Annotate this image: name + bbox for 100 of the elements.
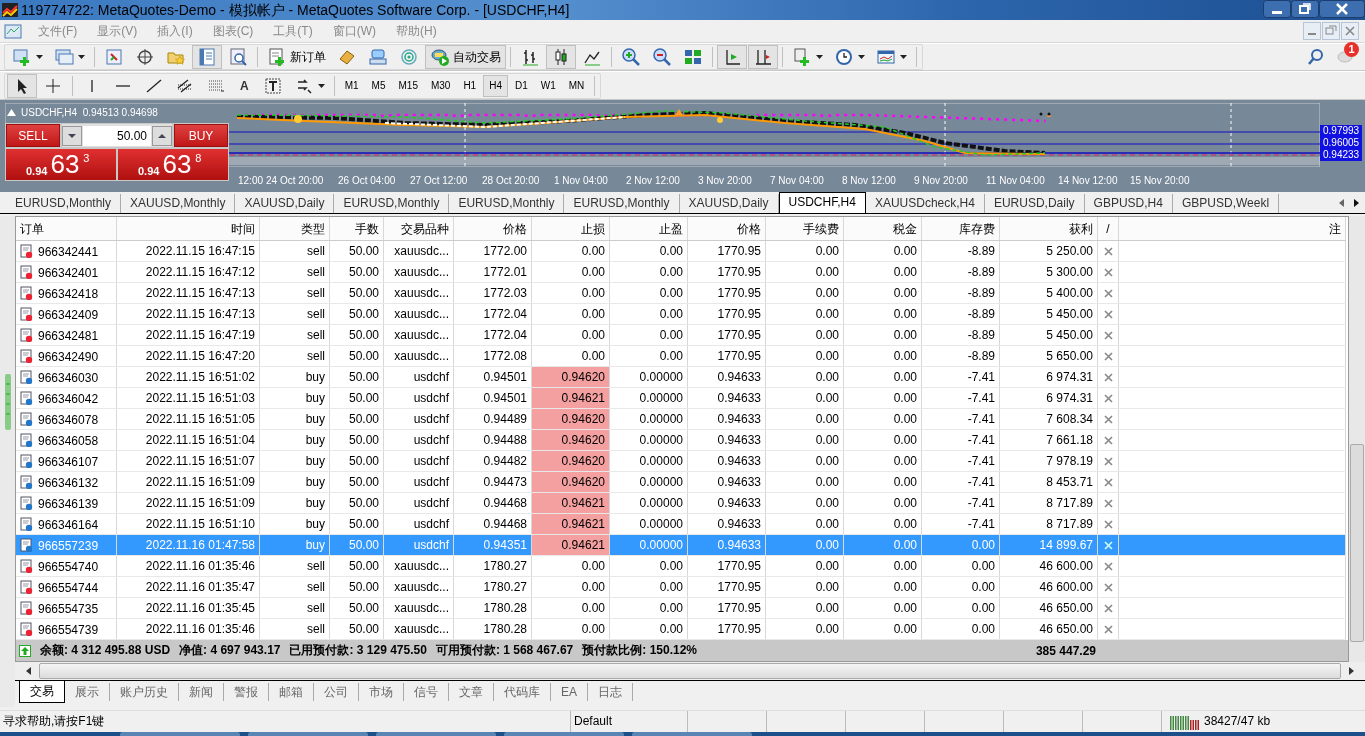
decrease-lot-icon[interactable]	[62, 125, 82, 146]
close-order-icon[interactable]	[1103, 519, 1113, 529]
timeframe-button[interactable]: H4	[483, 74, 508, 97]
close-order-icon[interactable]	[1103, 393, 1113, 403]
terminal-tab[interactable]: 代码库	[494, 683, 551, 701]
close-order-icon[interactable]	[1103, 498, 1113, 508]
terminal-tab[interactable]: 新闻	[179, 683, 224, 701]
column-header[interactable]: 价格	[687, 217, 766, 241]
order-row[interactable]: 966346132 2022.11.15 16:51:09 buy 50.00 usdchf 0.94473 0.94620 0.00000 0.94633 0.00 0.00 -7.41 8 453.71	[16, 471, 1346, 493]
chart-tab[interactable]: EURUSD,Monthly	[334, 194, 450, 213]
chart-tab[interactable]: EURUSD,Monthly	[449, 194, 565, 213]
order-row[interactable]: 966342409 2022.11.15 16:47:13 sell 50.00 xauusdc... 1772.04 0.00 0.00 1770.95 0.00 0.00 -8.89 5 450.00	[16, 303, 1346, 325]
close-order-icon[interactable]	[1103, 582, 1113, 592]
terminal-tab[interactable]: 市场	[359, 683, 404, 701]
close-order-icon[interactable]	[1103, 288, 1113, 298]
restore-icon[interactable]	[1291, 0, 1319, 18]
close-order-icon[interactable]	[1103, 372, 1113, 382]
close-order-icon[interactable]	[1103, 477, 1113, 487]
order-row[interactable]: 966346164 2022.11.15 16:51:10 buy 50.00 usdchf 0.94468 0.94621 0.00000 0.94633 0.00 0.00 -7.41 8 717.89	[16, 513, 1346, 535]
server-icon[interactable]	[368, 47, 388, 67]
minimize-icon[interactable]	[1263, 0, 1291, 18]
close-icon[interactable]	[1319, 0, 1365, 18]
close-order-icon[interactable]	[1103, 456, 1113, 466]
close-order-icon[interactable]	[1103, 435, 1113, 445]
order-row[interactable]: 966554735 2022.11.16 01:35:45 sell 50.00 xauusdc... 1780.28 0.00 0.00 1770.95 0.00 0.00 0.00 46 650.00	[16, 597, 1346, 619]
scroll-left-icon[interactable]	[1337, 198, 1347, 208]
terminal-tab[interactable]: 文章	[449, 683, 494, 701]
column-header[interactable]: 税金	[843, 217, 922, 241]
order-row[interactable]: 966342418 2022.11.15 16:47:13 sell 50.00 xauusdc... 1772.03 0.00 0.00 1770.95 0.00 0.00 -8.89 5 400.00	[16, 282, 1346, 304]
dropdown-caret-icon[interactable]	[317, 83, 325, 88]
order-row[interactable]: 966557239 2022.11.16 01:47:58 buy 50.00 usdchf 0.94351 0.94621 0.00000 0.94633 0.00 0.00 0.00 14 899.67	[16, 534, 1346, 556]
scrollbar-thumb[interactable]	[39, 663, 1341, 679]
terminal-tab[interactable]: 警报	[224, 683, 269, 701]
order-row[interactable]: 966346078 2022.11.15 16:51:05 buy 50.00 usdchf 0.94489 0.94620 0.00000 0.94633 0.00 0.00 -7.41 7 608.34	[16, 408, 1346, 430]
order-row[interactable]: 966346107 2022.11.15 16:51:07 buy 50.00 usdchf 0.94482 0.94620 0.00000 0.94633 0.00 0.00 -7.41 7 978.19	[16, 450, 1346, 472]
terminal-tab[interactable]: EA	[551, 683, 588, 701]
scroll-right-icon[interactable]	[1351, 198, 1361, 208]
template-icon[interactable]	[876, 47, 896, 67]
column-header[interactable]: 时间	[116, 217, 260, 241]
timeframe-button[interactable]: MN	[562, 74, 591, 97]
terminal-tab[interactable]: 公司	[314, 683, 359, 701]
order-row[interactable]: 966342441 2022.11.15 16:47:15 sell 50.00 xauusdc... 1772.00 0.00 0.00 1770.95 0.00 0.00 -8.89 5 250.00	[16, 240, 1346, 262]
buy-button[interactable]: BUY	[174, 124, 228, 147]
timeframe-button[interactable]: M30	[424, 74, 457, 97]
new-order-button[interactable]: 新订单	[262, 45, 331, 69]
close-order-icon[interactable]	[1103, 267, 1113, 277]
close-order-icon[interactable]	[1103, 309, 1113, 319]
dropdown-caret-icon[interactable]	[78, 55, 85, 59]
bar-chart-icon[interactable]	[520, 47, 540, 67]
column-header[interactable]: 获利	[999, 217, 1098, 241]
terminal-tab[interactable]: 信号	[404, 683, 449, 701]
close-order-icon[interactable]	[1103, 414, 1113, 424]
chart-tab[interactable]: EURUSD,Daily	[984, 194, 1085, 213]
timeframe-button[interactable]: M15	[392, 74, 424, 97]
signal-icon[interactable]	[399, 47, 419, 67]
dropdown-caret-icon[interactable]	[36, 55, 43, 59]
column-header[interactable]: 库存费	[921, 217, 1000, 241]
timeframe-button[interactable]: W1	[534, 74, 562, 97]
crosshair-target-icon[interactable]	[135, 47, 155, 67]
chart-shift-icon[interactable]	[753, 47, 773, 67]
dropdown-caret-icon[interactable]	[900, 55, 907, 59]
sell-button[interactable]: SELL	[6, 124, 60, 147]
terminal-tab[interactable]: 邮箱	[269, 683, 314, 701]
column-header[interactable]: 订单	[16, 217, 117, 241]
terminal-tab[interactable]: 日志	[588, 683, 633, 701]
chart-tab[interactable]: EURUSD,Monthly	[6, 194, 122, 213]
column-header[interactable]: 手数	[329, 217, 384, 241]
order-row[interactable]: 966346139 2022.11.15 16:51:09 buy 50.00 usdchf 0.94468 0.94621 0.00000 0.94633 0.00 0.00 -7.41 8 717.89	[16, 492, 1346, 514]
zoom-out-icon[interactable]	[652, 47, 672, 67]
vertical-scrollbar[interactable]	[1349, 216, 1365, 662]
dropdown-caret-icon[interactable]	[816, 55, 823, 59]
timeframe-button[interactable]: D1	[509, 74, 534, 97]
terminal-tab[interactable]: 交易	[19, 681, 65, 703]
timeframe-button[interactable]: H1	[457, 74, 483, 97]
horizontal-scrollbar[interactable]	[15, 662, 1365, 681]
order-row[interactable]: 966346058 2022.11.15 16:51:04 buy 50.00 usdchf 0.94488 0.94620 0.00000 0.94633 0.00 0.00 -7.41 7 661.18	[16, 429, 1346, 451]
order-row[interactable]: 966346042 2022.11.15 16:51:03 buy 50.00 usdchf 0.94501 0.94621 0.00000 0.94633 0.00 0.00 -7.41 6 974.31	[16, 387, 1346, 409]
chart-tab[interactable]: GBPUSD,Weekl	[1172, 194, 1280, 213]
close-order-icon[interactable]	[1103, 624, 1113, 634]
scroll-right-icon[interactable]	[1347, 667, 1355, 675]
tile-windows-icon[interactable]	[683, 47, 703, 67]
dropdown-caret-icon[interactable]	[858, 55, 865, 59]
search-icon[interactable]	[1307, 48, 1325, 66]
order-row[interactable]: 966554744 2022.11.16 01:35:47 sell 50.00 xauusdc... 1780.27 0.00 0.00 1770.95 0.00 0.00 0.00 46 600.00	[16, 576, 1346, 598]
terminal-tab[interactable]: 展示	[65, 683, 110, 701]
zoom-in-icon[interactable]	[621, 47, 641, 67]
column-header[interactable]: 注	[1118, 217, 1346, 241]
chart-tab[interactable]: GBPUSD,H4	[1084, 194, 1173, 213]
column-header[interactable]: 交易品种	[383, 217, 454, 241]
chart-tab[interactable]: XAUUSD,Daily	[679, 194, 779, 213]
column-header[interactable]: 价格	[453, 217, 532, 241]
scrollbar-thumb[interactable]	[1350, 444, 1364, 642]
order-row[interactable]: 966342481 2022.11.15 16:47:19 sell 50.00 xauusdc... 1772.04 0.00 0.00 1770.95 0.00 0.00 -8.89 5 450.00	[16, 324, 1346, 346]
increase-lot-icon[interactable]	[152, 125, 172, 146]
text-tool[interactable]: A	[237, 78, 252, 93]
tester-icon[interactable]	[228, 47, 248, 67]
close-order-icon[interactable]	[1103, 246, 1113, 256]
terminal-window-icon[interactable]	[197, 47, 217, 67]
close-order-icon[interactable]	[1103, 351, 1113, 361]
timeframe-button[interactable]: M5	[365, 74, 392, 97]
